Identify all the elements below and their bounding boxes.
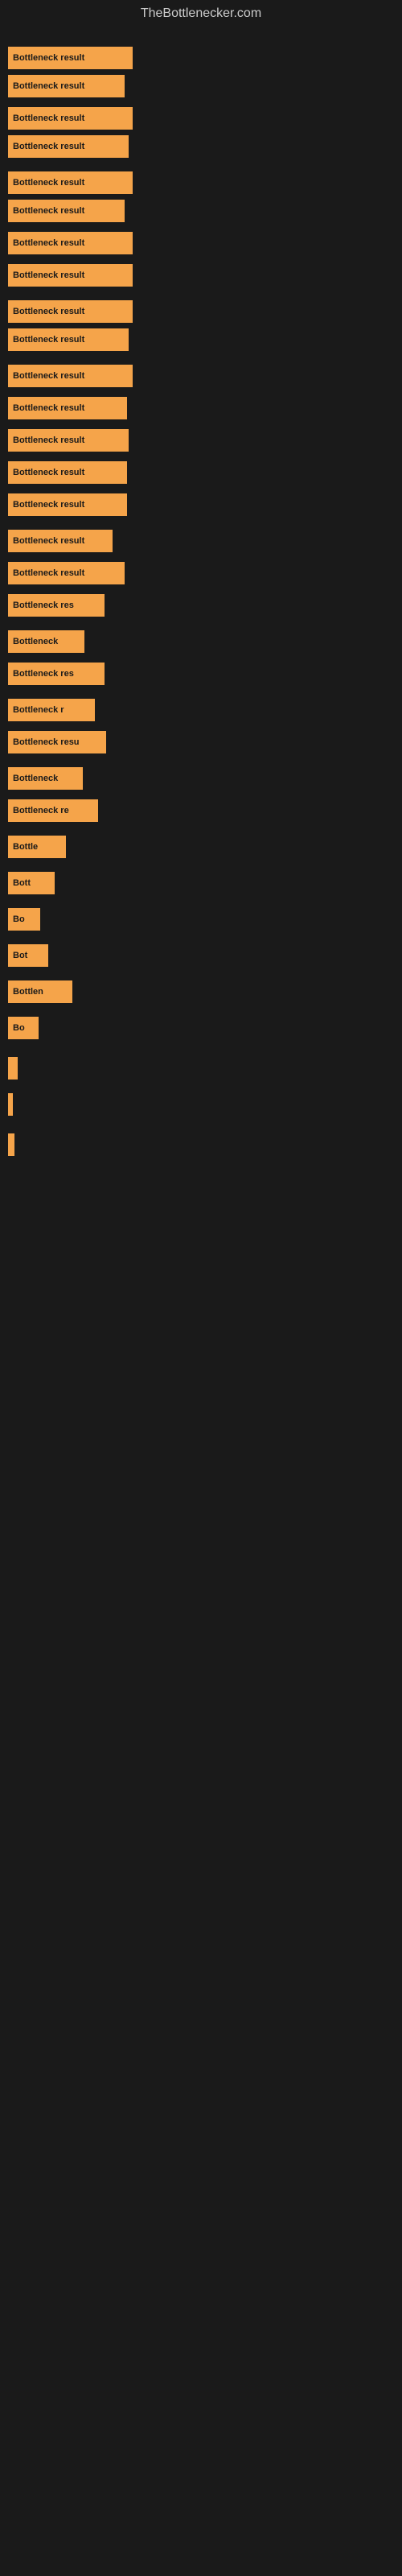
bar-row: [8, 1093, 13, 1116]
bottleneck-bar: Bottleneck result: [8, 461, 127, 484]
bottleneck-bar: Bottleneck r: [8, 699, 95, 721]
bar-row: Bottleneck result: [8, 200, 125, 222]
bar-row: [8, 1057, 18, 1080]
bar-row: Bottleneck: [8, 767, 83, 790]
bar-row: Bottleneck result: [8, 397, 127, 419]
bottleneck-bar: Bottleneck result: [8, 300, 133, 323]
bar-row: Bottleneck result: [8, 530, 113, 552]
bottleneck-bar: Bot: [8, 944, 48, 967]
bottleneck-bar: Bottleneck result: [8, 328, 129, 351]
bar-row: Bottleneck result: [8, 493, 127, 516]
bar-row: Bo: [8, 1017, 39, 1039]
bottleneck-bar: Bottleneck result: [8, 232, 133, 254]
bottleneck-bar: Bottleneck result: [8, 75, 125, 97]
bottleneck-bar: [8, 1093, 13, 1116]
chart-container: Bottleneck result Bottleneck result Bottle…: [0, 31, 402, 2566]
bottleneck-bar: Bottleneck result: [8, 562, 125, 584]
bar-row: Bottleneck resu: [8, 731, 106, 753]
bottleneck-bar: Bo: [8, 908, 40, 931]
bar-row: Bottleneck result: [8, 300, 133, 323]
bar-row: Bottleneck result: [8, 264, 133, 287]
bar-row: Bottlen: [8, 980, 72, 1003]
bar-row: Bottleneck r: [8, 699, 95, 721]
bar-row: Bottleneck result: [8, 365, 133, 387]
bottleneck-bar: [8, 1133, 14, 1156]
bar-row: Bot: [8, 944, 48, 967]
bottleneck-bar: Bottleneck result: [8, 264, 133, 287]
bar-row: Bottleneck res: [8, 594, 105, 617]
bar-row: Bottleneck result: [8, 232, 133, 254]
bottleneck-bar: Bottleneck result: [8, 493, 127, 516]
bottleneck-bar: Bott: [8, 872, 55, 894]
bottleneck-bar: Bottleneck result: [8, 397, 127, 419]
bottleneck-bar: Bottleneck resu: [8, 731, 106, 753]
bottleneck-bar: Bottleneck result: [8, 365, 133, 387]
bottleneck-bar: Bottleneck result: [8, 135, 129, 158]
bottleneck-bar: Bottleneck result: [8, 47, 133, 69]
bottleneck-bar: Bottle: [8, 836, 66, 858]
bar-row: Bottleneck result: [8, 328, 129, 351]
bottleneck-bar: Bottleneck result: [8, 107, 133, 130]
bar-row: Bottleneck res: [8, 663, 105, 685]
bar-row: Bottleneck result: [8, 75, 125, 97]
bar-row: Bottleneck result: [8, 135, 129, 158]
bottleneck-bar: Bottleneck res: [8, 663, 105, 685]
bottleneck-bar: Bottleneck re: [8, 799, 98, 822]
bar-row: Bottleneck result: [8, 47, 133, 69]
bottleneck-bar: Bottlen: [8, 980, 72, 1003]
bar-row: Bott: [8, 872, 55, 894]
bar-row: Bottleneck result: [8, 562, 125, 584]
bar-row: Bottleneck: [8, 630, 84, 653]
bar-row: Bottleneck result: [8, 429, 129, 452]
bottleneck-bar: Bottleneck result: [8, 171, 133, 194]
bottleneck-bar: [8, 1057, 18, 1080]
bottleneck-bar: Bottleneck res: [8, 594, 105, 617]
bar-row: [8, 1133, 14, 1156]
bottleneck-bar: Bottleneck result: [8, 429, 129, 452]
bar-row: Bottle: [8, 836, 66, 858]
bar-row: Bottleneck result: [8, 461, 127, 484]
bottleneck-bar: Bottleneck result: [8, 530, 113, 552]
bottleneck-bar: Bottleneck result: [8, 200, 125, 222]
bottleneck-bar: Bottleneck: [8, 767, 83, 790]
bar-row: Bo: [8, 908, 40, 931]
bar-row: Bottleneck result: [8, 107, 133, 130]
bottleneck-bar: Bo: [8, 1017, 39, 1039]
bar-row: Bottleneck result: [8, 171, 133, 194]
bar-row: Bottleneck re: [8, 799, 98, 822]
site-title: TheBottlenecker.com: [0, 0, 402, 31]
bottleneck-bar: Bottleneck: [8, 630, 84, 653]
